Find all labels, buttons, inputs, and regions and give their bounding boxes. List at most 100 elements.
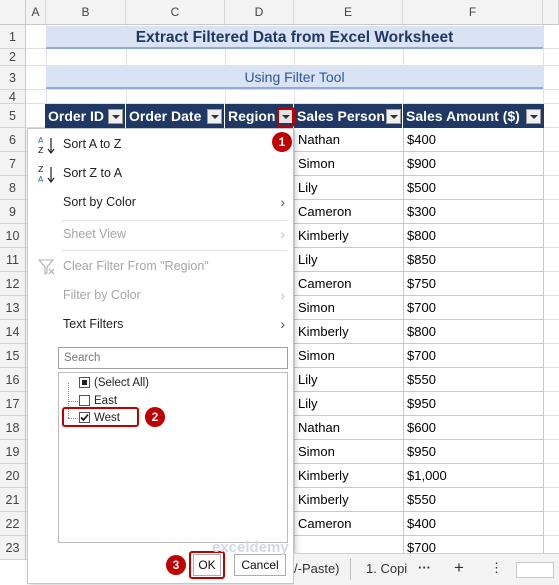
sort-a-to-z-item[interactable]: A Z Sort A to Z [28, 130, 293, 159]
sales-amount-cell[interactable]: $300 [404, 200, 543, 224]
watermark-logo: exceldemy [212, 539, 289, 556]
sheet-nav-icon[interactable]: ⋮ [490, 560, 503, 576]
table-column-border [403, 128, 404, 553]
col-header-b[interactable]: B [46, 0, 126, 25]
row-header-20[interactable]: 20 [0, 464, 26, 488]
sales-amount-cell[interactable]: $800 [404, 224, 543, 248]
row-header-4[interactable]: 4 [0, 90, 26, 104]
col-header-c[interactable]: C [126, 0, 225, 25]
col-header-g[interactable] [543, 0, 559, 25]
sales-amount-cell[interactable]: $700 [404, 296, 543, 320]
sales-person-cell[interactable]: Cameron [295, 272, 403, 296]
sales-amount-cell[interactable]: $500 [404, 176, 543, 200]
sales-amount-cell[interactable]: $550 [404, 368, 543, 392]
sheet-tab-partial[interactable]: /-Paste) [294, 561, 340, 576]
row-header-11[interactable]: 11 [0, 248, 26, 272]
row-header-23[interactable]: 23 [0, 536, 26, 560]
header-order-id: Order ID [45, 104, 126, 128]
row-header-10[interactable]: 10 [0, 224, 26, 248]
sales-amount-cell[interactable]: $700 [404, 344, 543, 368]
row-header-22[interactable]: 22 [0, 512, 26, 536]
row-header-9[interactable]: 9 [0, 200, 26, 224]
col-header-f[interactable]: F [403, 0, 543, 25]
filter-dropdown-icon[interactable] [207, 109, 222, 124]
clear-filter-item[interactable]: Clear Filter From "Region" [28, 252, 293, 281]
row-header-19[interactable]: 19 [0, 440, 26, 464]
row-header-1[interactable]: 1 [0, 25, 26, 49]
filter-dropdown-icon[interactable] [526, 109, 541, 124]
sales-person-cell[interactable]: Lily [295, 176, 403, 200]
unchecked-checkbox-icon[interactable] [79, 395, 90, 406]
add-sheet-icon[interactable]: + [454, 558, 464, 578]
row-header-2[interactable]: 2 [0, 49, 26, 66]
sales-person-cell[interactable]: Kimberly [295, 464, 403, 488]
sales-person-cell[interactable]: Nathan [295, 416, 403, 440]
row-header-12[interactable]: 12 [0, 272, 26, 296]
col-header-d[interactable]: D [225, 0, 294, 25]
cancel-button[interactable]: Cancel [234, 554, 286, 576]
sales-amount-cell[interactable]: $850 [404, 248, 543, 272]
filter-dropdown-icon[interactable] [386, 109, 401, 124]
sales-amount-cell[interactable]: $550 [404, 488, 543, 512]
sales-amount-cell[interactable]: $950 [404, 440, 543, 464]
row-header-7[interactable]: 7 [0, 152, 26, 176]
step-badge-1: 1 [272, 132, 292, 152]
sort-a-to-z-label: Sort A to Z [63, 137, 122, 151]
row-header-14[interactable]: 14 [0, 320, 26, 344]
sales-person-cell[interactable]: Lily [295, 248, 403, 272]
row-header-5[interactable]: 5 [0, 104, 26, 128]
sort-by-color-item[interactable]: Sort by Color › [28, 188, 293, 217]
sales-person-cell[interactable]: Nathan [295, 128, 403, 152]
sales-amount-cell[interactable]: $400 [404, 512, 543, 536]
sales-person-cell[interactable]: Cameron [295, 200, 403, 224]
sales-amount-cell[interactable]: $600 [404, 416, 543, 440]
west-option-highlight [62, 407, 139, 427]
text-filters-item[interactable]: Text Filters › [28, 310, 293, 339]
sales-person-cell[interactable]: Cameron [295, 512, 403, 536]
chevron-right-icon: › [280, 194, 285, 210]
text-filters-label: Text Filters [63, 317, 124, 331]
row-header-6[interactable]: 6 [0, 128, 26, 152]
row-header-15[interactable]: 15 [0, 344, 26, 368]
row-header-21[interactable]: 21 [0, 488, 26, 512]
horizontal-scrollbar[interactable] [516, 562, 554, 578]
sort-z-to-a-label: Sort Z to A [63, 166, 123, 180]
sheet-view-item[interactable]: Sheet View › [28, 220, 293, 249]
sheet-tab-copy[interactable]: 1. Copi [366, 561, 407, 576]
row-header-13[interactable]: 13 [0, 296, 26, 320]
row-header-16[interactable]: 16 [0, 368, 26, 392]
row-header-3[interactable]: 3 [0, 66, 26, 90]
sales-person-cell[interactable]: Lily [295, 392, 403, 416]
row-header-8[interactable]: 8 [0, 176, 26, 200]
select-all-corner[interactable] [0, 0, 26, 25]
row-header-17[interactable]: 17 [0, 392, 26, 416]
sales-amount-cell[interactable]: $400 [404, 128, 543, 152]
sales-person-cell[interactable]: Kimberly [295, 320, 403, 344]
header-sales-amount-label: Sales Amount ($) [406, 108, 520, 124]
row-header-18[interactable]: 18 [0, 416, 26, 440]
sales-person-cell[interactable]: Simon [295, 152, 403, 176]
sort-z-to-a-item[interactable]: Z A Sort Z to A [28, 159, 293, 188]
sales-person-cell[interactable]: Kimberly [295, 488, 403, 512]
sales-person-cell[interactable]: Simon [295, 440, 403, 464]
sales-amount-cell[interactable]: $900 [404, 152, 543, 176]
clear-filter-icon [37, 258, 56, 276]
filter-by-color-item[interactable]: Filter by Color › [28, 281, 293, 310]
search-input[interactable]: Search [58, 347, 288, 369]
sales-person-cell[interactable]: Simon [295, 344, 403, 368]
sales-amount-cell[interactable]: $950 [404, 392, 543, 416]
col-header-e[interactable]: E [294, 0, 403, 25]
sales-person-cell[interactable]: Kimberly [295, 224, 403, 248]
sales-amount-cell[interactable]: $750 [404, 272, 543, 296]
sales-amount-cell[interactable]: $800 [404, 320, 543, 344]
partial-checkbox-icon[interactable] [79, 377, 90, 388]
sales-amount-cell[interactable]: $1,000 [404, 464, 543, 488]
filter-dropdown-icon[interactable] [108, 109, 123, 124]
more-sheets-icon[interactable]: ··· [418, 560, 431, 575]
filter-dropdown-menu: A Z Sort A to Z Z A Sort Z to A Sort by … [27, 128, 294, 584]
sales-person-cell[interactable]: Lily [295, 368, 403, 392]
sheet-title: Extract Filtered Data from Excel Workshe… [46, 26, 543, 49]
sort-by-color-label: Sort by Color [63, 195, 136, 209]
sales-person-cell[interactable]: Simon [295, 296, 403, 320]
col-header-a[interactable]: A [26, 0, 46, 25]
